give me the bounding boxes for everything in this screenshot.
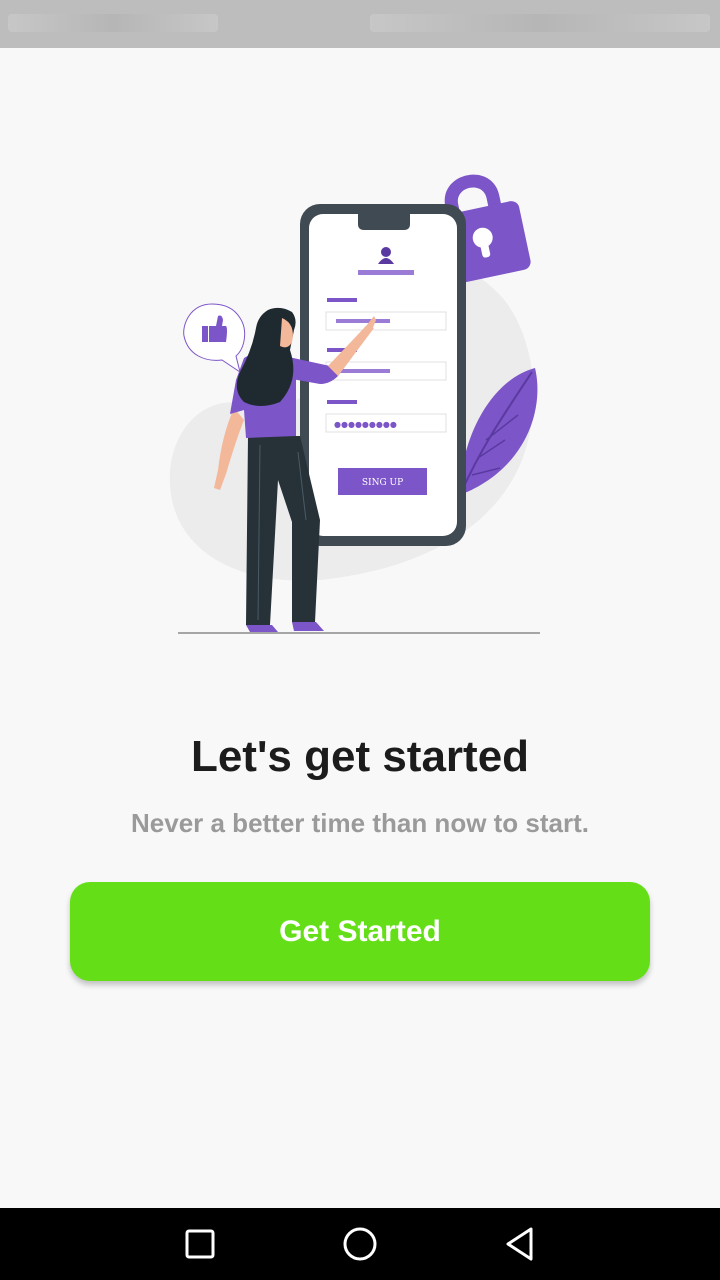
navigation-bar [0, 1208, 720, 1280]
back-icon [506, 1227, 533, 1261]
form-signup-button-label: SING UP [362, 478, 403, 488]
status-bar [0, 0, 720, 48]
status-system-icons [370, 14, 710, 32]
page-subtitle: Never a better time than now to start. [131, 808, 589, 838]
get-started-button[interactable]: Get Started [70, 882, 650, 981]
home-icon [343, 1227, 377, 1261]
signup-illustration: ●●●●●●●●● SING UP [169, 174, 540, 634]
recent-apps-icon [185, 1229, 215, 1259]
home-button[interactable] [320, 1208, 400, 1280]
recent-apps-button[interactable] [160, 1208, 240, 1280]
status-notification-icons [8, 14, 218, 32]
page-title: Let's get started [190, 732, 530, 781]
password-dots: ●●●●●●●●● [334, 420, 397, 429]
back-button[interactable] [480, 1208, 560, 1280]
thumbs-up-bubble [183, 303, 246, 374]
